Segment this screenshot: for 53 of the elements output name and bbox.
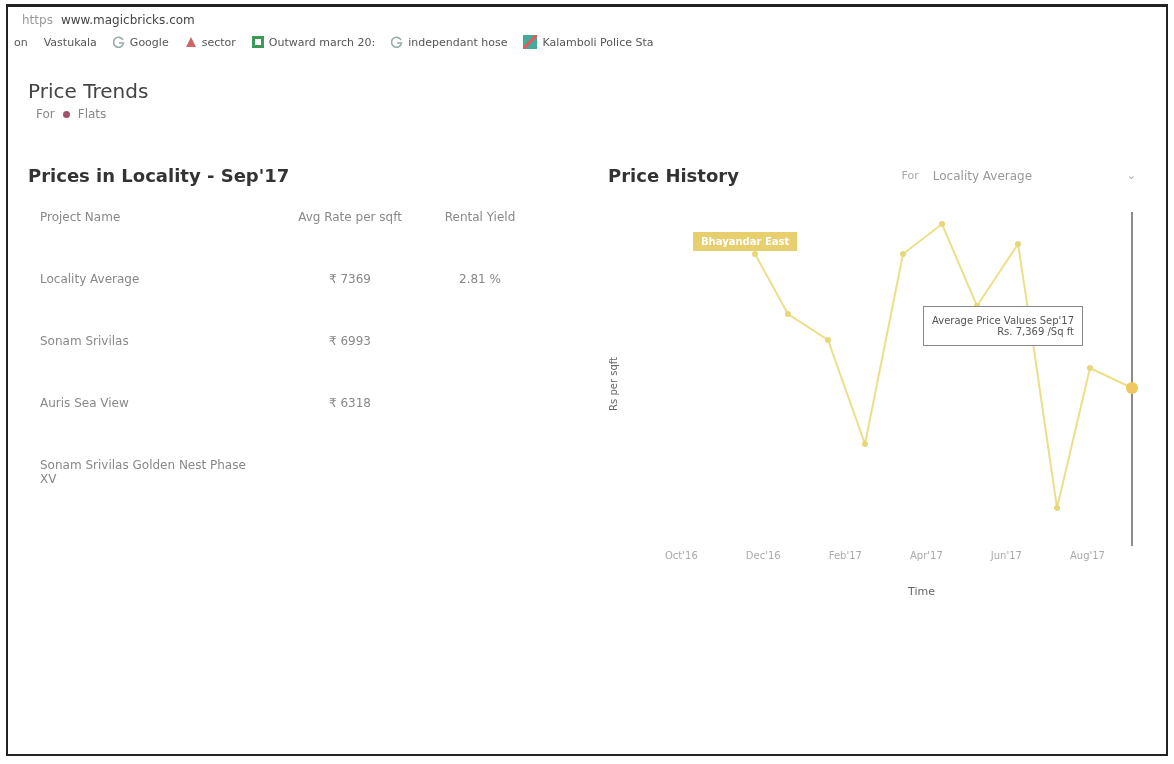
x-axis-label: Jun'17 (990, 550, 1022, 561)
site-icon (184, 36, 197, 48)
table-cell-text: Sonam Srivilas (40, 334, 130, 348)
data-point (1054, 505, 1060, 511)
data-point (1087, 365, 1093, 371)
address-field[interactable]: www.magicbricks.com (60, 13, 195, 29)
tooltip-value: Rs. 7,369 /Sq ft (996, 326, 1074, 337)
data-point (752, 251, 758, 257)
section-title: Price History (608, 165, 739, 186)
bookmark-link[interactable]: Vastukala (43, 35, 97, 49)
data-point (1015, 241, 1021, 247)
data-point (900, 251, 906, 257)
series-tag: Bhayandar East (693, 232, 798, 251)
for-label: For (901, 169, 919, 182)
data-point (825, 337, 831, 343)
bookmark-link[interactable]: independant hose (408, 35, 508, 49)
data-point (862, 441, 868, 447)
table-cell: ₹ 7369 (329, 272, 371, 286)
table-cell: ₹ 6318 (329, 396, 371, 410)
for-label: For (36, 107, 55, 121)
data-point (785, 311, 791, 317)
bookmark-link[interactable]: Google (129, 35, 169, 49)
x-axis-label: Apr'17 (909, 550, 943, 561)
x-axis-label: Dec'16 (745, 550, 781, 561)
spreadsheet-icon (251, 36, 264, 48)
table-cell-text: Locality Average (40, 272, 141, 286)
tooltip-title: Average Price Values Sep'17 (932, 315, 1074, 326)
x-axis-title: Time (908, 585, 936, 598)
bookmark-link[interactable]: Outward march 20: (268, 35, 376, 49)
data-point (1126, 382, 1138, 394)
column-header: Rental Yield (443, 210, 517, 224)
column-header: Project Name (40, 210, 122, 224)
table-cell-text: Sonam Srivilas Golden Nest Phase XV (40, 458, 247, 486)
section-title: Prices in Locality - Sep'17 (28, 165, 291, 186)
google-icon (391, 36, 404, 48)
y-axis-label: Rs per sqft (608, 356, 619, 411)
table-cell-text: Auris Sea View (40, 396, 130, 410)
table-cell: 2.81 % (459, 272, 501, 286)
page-title: Price Trends (28, 79, 150, 103)
bookmark-link[interactable]: on (14, 35, 28, 49)
filter-label[interactable]: Flats (77, 107, 107, 121)
x-axis-label: Oct'16 (665, 550, 698, 561)
table-cell: ₹ 6993 (329, 334, 371, 348)
caret-icon: ⌄ (1126, 169, 1136, 182)
bookmark-link[interactable]: Kalamboli Police Sta (542, 35, 654, 49)
data-point (939, 221, 945, 227)
x-axis-label: Feb'17 (828, 550, 862, 561)
google-icon (112, 36, 125, 48)
x-axis-label: Aug'17 (1070, 550, 1105, 561)
bookmark-link[interactable]: sector (201, 35, 236, 49)
column-header: Avg Rate per sqft (297, 210, 403, 224)
url-scheme: https (22, 13, 53, 29)
map-icon (523, 35, 538, 49)
